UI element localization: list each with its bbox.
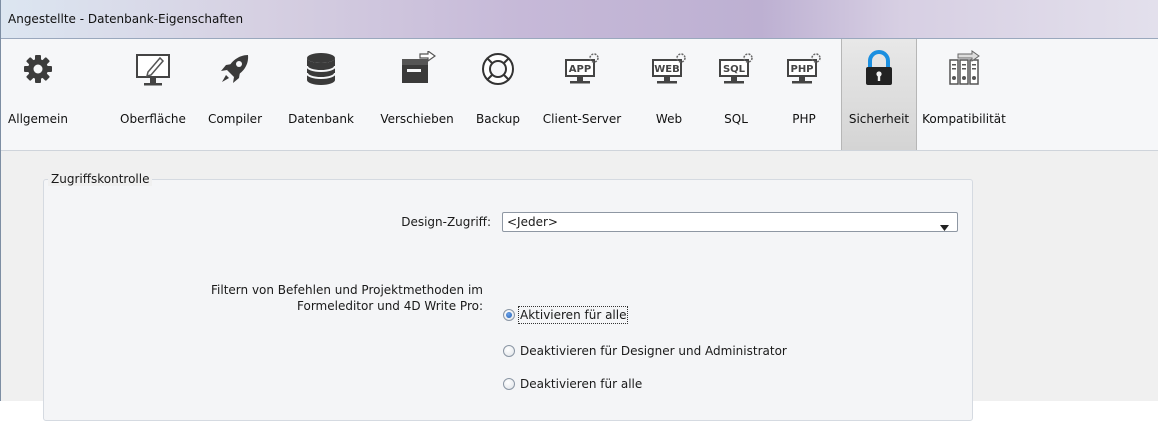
tab-web-label: Web xyxy=(655,112,683,126)
padlock-icon xyxy=(859,50,899,88)
tab-sql[interactable]: SQL SQL xyxy=(711,39,761,150)
chevron-down-icon xyxy=(940,220,949,234)
svg-text:WEB: WEB xyxy=(654,64,679,75)
tab-web[interactable]: WEB Web xyxy=(641,39,697,150)
rocket-icon xyxy=(215,50,255,88)
radio-button[interactable] xyxy=(503,378,515,390)
monitor-pen-icon xyxy=(133,50,173,88)
security-panel: Zugriffskontrolle Design-Zugriff: <Jeder… xyxy=(1,151,1158,421)
tab-sicherheit[interactable]: Sicherheit xyxy=(841,39,917,150)
tab-datenbank[interactable]: Datenbank xyxy=(275,39,367,150)
tab-backup-label: Backup xyxy=(476,112,520,126)
tab-kompatibilitaet[interactable]: Kompatibilität xyxy=(917,39,1011,150)
php-server-icon: PHP xyxy=(784,50,824,88)
radio-deactivate-all[interactable]: Deaktivieren für alle xyxy=(503,377,642,391)
properties-window: Angestellte - Datenbank-Eigenschaften Al… xyxy=(0,0,1158,421)
tab-allgemein-label: Allgemein xyxy=(8,112,68,126)
radio-activate-all-label: Aktivieren für alle xyxy=(517,306,629,324)
filter-label-line2: Formeleditor und 4D Write Pro: xyxy=(297,299,483,313)
radio-deactivate-all-label: Deaktivieren für alle xyxy=(520,377,643,391)
tab-compiler[interactable]: Compiler xyxy=(195,39,275,150)
filter-label-line1: Filtern von Befehlen und Projektmethoden… xyxy=(211,283,483,297)
svg-text:PHP: PHP xyxy=(790,64,813,75)
svg-text:SQL: SQL xyxy=(723,64,746,75)
radio-deactivate-designer-admin-label: Deaktivieren für Designer und Administra… xyxy=(520,344,787,358)
tab-sql-label: SQL xyxy=(724,112,748,126)
tab-sicherheit-label: Sicherheit xyxy=(848,112,910,126)
window-title: Angestellte - Datenbank-Eigenschaften xyxy=(8,12,244,26)
app-server-icon: APP xyxy=(562,50,602,88)
tab-datenbank-label: Datenbank xyxy=(288,112,354,126)
radio-activate-all[interactable]: Aktivieren für alle xyxy=(503,306,629,324)
svg-text:APP: APP xyxy=(569,64,591,75)
access-control-group-title: Zugriffskontrolle xyxy=(48,172,153,186)
tab-allgemein[interactable]: Allgemein xyxy=(5,39,71,150)
tab-backup[interactable]: Backup xyxy=(467,39,529,150)
radio-button[interactable] xyxy=(503,345,515,357)
gear-icon xyxy=(18,50,58,88)
tab-verschieben-label: Verschieben xyxy=(380,112,454,126)
tab-client-server-label: Client-Server xyxy=(542,112,622,126)
compatibility-icon xyxy=(944,50,984,88)
settings-toolbar: Allgemein Oberfläche Compiler Datenbank … xyxy=(1,39,1158,151)
design-access-label: Design-Zugriff: xyxy=(401,215,491,229)
tab-oberflaeche[interactable]: Oberfläche xyxy=(111,39,195,150)
tab-php-label: PHP xyxy=(792,112,816,126)
web-server-icon: WEB xyxy=(649,50,689,88)
design-access-dropdown[interactable]: <Jeder> xyxy=(502,212,958,232)
design-access-value: <Jeder> xyxy=(507,215,558,229)
lifebuoy-icon xyxy=(478,50,518,88)
radio-button-checked[interactable] xyxy=(503,309,515,321)
move-box-icon xyxy=(397,50,437,88)
tab-oberflaeche-label: Oberfläche xyxy=(120,112,186,126)
tab-verschieben[interactable]: Verschieben xyxy=(367,39,467,150)
database-icon xyxy=(301,50,341,88)
tab-compiler-label: Compiler xyxy=(207,112,262,126)
tab-client-server[interactable]: APP Client-Server xyxy=(529,39,635,150)
tab-php[interactable]: PHP PHP xyxy=(777,39,831,150)
title-bar[interactable]: Angestellte - Datenbank-Eigenschaften xyxy=(1,0,1158,39)
radio-deactivate-designer-admin[interactable]: Deaktivieren für Designer und Administra… xyxy=(503,344,787,358)
tab-kompatibilitaet-label: Kompatibilität xyxy=(922,112,1006,126)
sql-server-icon: SQL xyxy=(716,50,756,88)
